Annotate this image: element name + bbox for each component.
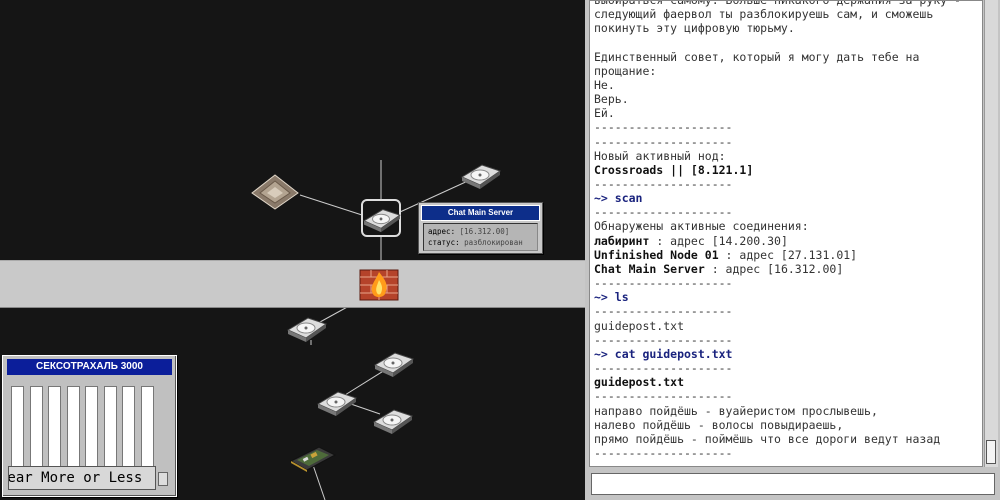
tooltip-address-value: [16.312.00] <box>459 227 510 236</box>
terminal-line: ~> scan <box>594 191 643 206</box>
terminal-line: -------------------- <box>594 304 733 319</box>
terminal-output[interactable]: выбираться самому. Больше никакого держа… <box>589 0 983 467</box>
terminal-line: Верь. <box>594 92 629 107</box>
network-map[interactable]: Chat Main Server адрес: [16.312.00] стат… <box>0 0 585 500</box>
hard-drive-icon[interactable] <box>284 310 328 344</box>
terminal-line: Обнаружены активные соединения: <box>594 219 809 234</box>
terminal-line: Ей. <box>594 106 615 121</box>
terminal-line: -------------------- <box>594 134 733 149</box>
terminal-line: -------------------- <box>594 120 733 135</box>
terminal-line: прощание: <box>594 63 657 78</box>
terminal-input[interactable] <box>591 473 995 495</box>
tooltip-title: Chat Main Server <box>421 205 540 221</box>
fear-more-or-less-button[interactable]: Fear More or Less <box>8 466 156 490</box>
tooltip-body: адрес: [16.312.00] статус: разблокирован <box>423 223 538 251</box>
node-tooltip: Chat Main Server адрес: [16.312.00] стат… <box>418 202 543 254</box>
terminal-line: Chat Main Server : адрес [16.312.00] <box>594 262 961 276</box>
fear-button-label: Fear More or Less <box>8 470 143 486</box>
terminal-line: прямо пойдёшь - поймёшь что все дороги в… <box>594 431 941 446</box>
widget-slider-handle[interactable] <box>158 472 168 486</box>
hard-drive-icon[interactable] <box>360 202 402 234</box>
terminal-line: guidepost.txt <box>594 375 685 390</box>
terminal-line: -------------------- <box>594 205 733 220</box>
widget-title: СЕКСОТРАХАЛЬ 3000 <box>7 359 172 375</box>
terminal-line: следующий фаервол ты разблокируешь сам, … <box>594 7 934 22</box>
tooltip-status-value: разблокирован <box>464 238 523 247</box>
connection-name: Chat Main Server <box>594 261 705 276</box>
connection-name: Unfinished Node 01 <box>594 247 719 262</box>
connection-address: : адрес [14.200.30] <box>649 233 788 248</box>
pyramid-node-icon[interactable] <box>250 173 300 211</box>
tooltip-status-label: статус: <box>428 238 460 247</box>
terminal-line: -------------------- <box>594 177 733 192</box>
terminal-line: -------------------- <box>594 389 733 404</box>
tooltip-address-label: адрес: <box>428 227 456 236</box>
terminal-panel: выбираться самому. Больше никакого держа… <box>585 0 1000 500</box>
connection-name: лабиринт <box>594 233 650 248</box>
terminal-line: Единственный совет, который я могу дать … <box>594 49 920 64</box>
terminal-line: Crossroads || [8.121.1] <box>594 162 754 177</box>
terminal-line: -------------------- <box>594 332 733 347</box>
sound-card-icon[interactable] <box>289 443 337 473</box>
terminal-line: выбираться самому. Больше никакого держа… <box>594 0 961 7</box>
terminal-lines: выбираться самому. Больше никакого держа… <box>594 0 961 460</box>
terminal-line: покинуть эту цифровую тюрьму. <box>594 21 795 36</box>
terminal-line: ~> ls <box>594 290 629 305</box>
terminal-line: -------------------- <box>594 361 733 376</box>
terminal-line: направо пойдёшь - вуайеристом прослывешь… <box>594 403 878 418</box>
firewall-band <box>0 260 585 308</box>
connection-address: : адрес [27.131.01] <box>718 247 858 262</box>
hard-drive-icon[interactable] <box>458 157 502 191</box>
terminal-line: -------------------- <box>594 276 733 291</box>
terminal-line: ~> cat guidepost.txt <box>594 346 733 361</box>
terminal-line: Не. <box>594 77 615 92</box>
scrollbar-thumb[interactable] <box>986 440 996 464</box>
firewall-icon[interactable] <box>359 268 399 302</box>
terminal-line: лабиринт : адрес [14.200.30] <box>594 234 961 248</box>
terminal-line: guidepost.txt <box>594 318 685 333</box>
terminal-line: налево пойдёшь - волосы повыдираешь, <box>594 417 844 432</box>
terminal-line: Новый активный нод: <box>594 148 726 163</box>
terminal-scrollbar[interactable] <box>984 0 998 467</box>
terminal-line: Unfinished Node 01 : адрес [27.131.01] <box>594 248 961 262</box>
hard-drive-icon[interactable] <box>371 345 415 379</box>
hard-drive-icon[interactable] <box>370 402 414 436</box>
hard-drive-icon[interactable] <box>314 384 358 418</box>
terminal-line: -------------------- <box>594 445 733 460</box>
connection-address: : адрес [16.312.00] <box>704 261 844 276</box>
